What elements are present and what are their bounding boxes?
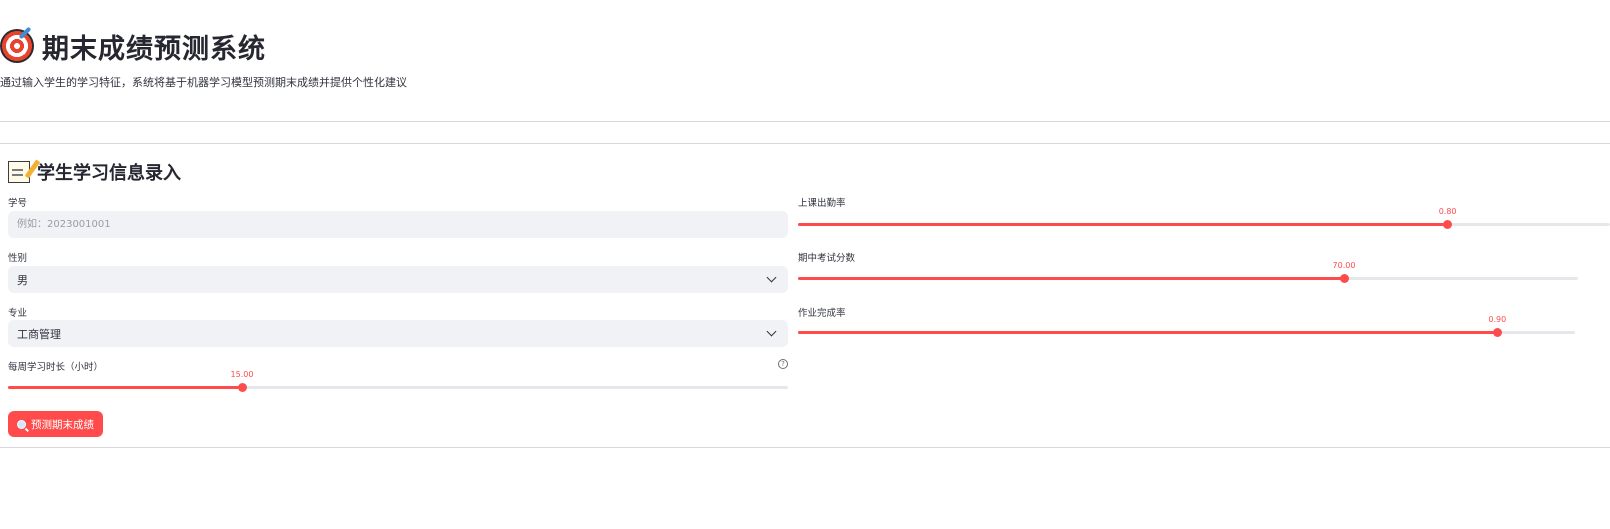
form-bottom-border (0, 447, 1610, 448)
major-select-value: 工商管理 (17, 327, 61, 341)
midterm-slider[interactable]: 70.00 (798, 261, 1578, 287)
slider-thumb[interactable] (1492, 328, 1502, 337)
page: 期末成绩预测系统 通过输入学生的学习特征，系统将基于机器学习模型预测期末成绩并提… (0, 0, 1610, 529)
predict-button[interactable]: 预测期末成绩 (8, 411, 103, 437)
memo-icon (8, 159, 41, 183)
slider-value: 15.00 (230, 370, 254, 379)
slider-value: 0.80 (1438, 207, 1457, 216)
help-icon[interactable]: ? (778, 359, 788, 369)
predict-button-label: 预测期末成绩 (31, 418, 94, 431)
slider-thumb[interactable] (1443, 220, 1453, 229)
student-id-input[interactable] (8, 211, 788, 238)
section-title: 学生学习信息录入 (37, 163, 181, 184)
title-row: 期末成绩预测系统 (0, 26, 266, 66)
slider-value: 70.00 (1332, 261, 1356, 270)
slider-fill (8, 386, 242, 389)
gender-select-value: 男 (17, 273, 28, 287)
slider-thumb[interactable] (237, 383, 247, 392)
homework-label: 作业完成率 (798, 308, 846, 319)
chevron-down-icon (766, 326, 777, 337)
magnifier-icon (17, 419, 26, 429)
weekly-hours-slider[interactable]: 15.00 (8, 370, 788, 396)
homework-slider[interactable]: 0.90 (798, 315, 1575, 341)
attendance-label: 上课出勤率 (798, 198, 846, 209)
attendance-slider[interactable]: 0.80 (798, 207, 1610, 233)
midterm-label: 期中考试分数 (798, 253, 856, 264)
slider-value: 0.90 (1488, 315, 1507, 324)
major-label: 专业 (8, 308, 28, 319)
gender-select[interactable]: 男 (8, 266, 788, 293)
slider-fill (798, 277, 1344, 280)
slider-fill (798, 223, 1448, 226)
page-title: 期末成绩预测系统 (42, 33, 266, 65)
target-dart-icon (0, 26, 34, 63)
major-select[interactable]: 工商管理 (8, 320, 788, 347)
slider-fill (798, 331, 1498, 334)
gender-label: 性别 (8, 253, 28, 264)
chevron-down-icon (766, 272, 777, 283)
student-id-label: 学号 (8, 198, 28, 209)
section-header: 学生学习信息录入 (8, 159, 181, 184)
weekly-hours-label: 每周学习时长（小时） (8, 362, 104, 373)
slider-thumb[interactable] (1339, 274, 1349, 283)
header-divider (0, 121, 1610, 122)
page-subtitle: 通过输入学生的学习特征，系统将基于机器学习模型预测期末成绩并提供个性化建议 (0, 76, 407, 89)
form-top-border (0, 143, 1610, 144)
